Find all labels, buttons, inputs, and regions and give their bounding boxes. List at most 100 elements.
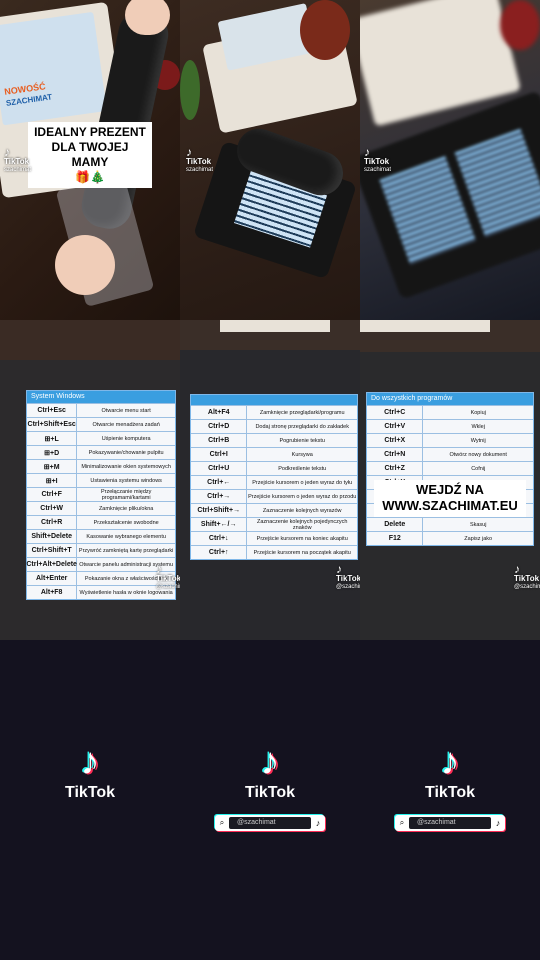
tiktok-logo-icon: ♪ (260, 741, 280, 783)
table-header-bar (191, 395, 357, 405)
shortcut-row: Ctrl+V Wklej (367, 419, 533, 433)
shortcut-row: Ctrl+Esc Otwarcie menu start (27, 403, 175, 417)
search-icon: ⌕ (219, 818, 225, 827)
search-handle: @szachimat (229, 817, 311, 829)
shortcut-key: Ctrl+V (367, 420, 424, 433)
shortcut-row: Ctrl+D Dodaj stronę przeglądarki do zakła… (191, 419, 357, 433)
shortcut-key: ⊞+D (27, 446, 78, 459)
shortcut-key: Ctrl+Z (367, 462, 424, 475)
tiktok-brand-text: TikTok (156, 574, 180, 583)
tiktok-logo: ♪ TikTok (225, 742, 315, 802)
shortcut-key: Ctrl+→ (191, 490, 248, 503)
shortcut-key: Alt+F4 (191, 406, 248, 419)
shortcut-key: Ctrl+N (367, 448, 424, 461)
shortcut-description: Przejście kursorem o jeden wyraz do tyłu (252, 479, 353, 486)
desk-edge (0, 320, 180, 360)
shortcut-key: Delete (367, 518, 424, 531)
tiktok-end-cards: ♪ TikTok ♪ TikTok ⌕ @szachimat ♪ ♪ TikTo… (0, 640, 540, 960)
tiktok-watermark: ♪ TikTok @szachimat (156, 563, 180, 590)
shortcut-description: Kursywa (291, 451, 313, 458)
shortcut-row: Ctrl+Z Cofnij (367, 461, 533, 475)
shortcut-key: Ctrl+← (191, 476, 248, 489)
shortcut-key: ⊞+L (27, 432, 78, 445)
shortcut-description: Zaznaczenie kolejnych wyrazów (262, 507, 342, 514)
caption-emoji: 🎁🎄 (75, 170, 105, 184)
tiktok-logo-text: TikTok (424, 784, 476, 801)
shortcut-description: Przejście kursorem na początek akapitu (253, 549, 351, 556)
shortcut-row: Ctrl+↓ Przejście kursorem na koniec akapi… (191, 531, 357, 545)
tiktok-watermark: ♪ TikTok szachimat (364, 146, 391, 173)
shortcut-row: Ctrl+Alt+Delete Otwarcie panelu administr… (26, 557, 175, 571)
table-title: Do wszystkich programów (367, 393, 533, 405)
shortcut-description: Kopiuj (470, 409, 486, 416)
tiktok-handle: szachimat (364, 166, 392, 173)
shortcut-key: Ctrl+I (191, 448, 248, 461)
shortcut-row: Alt+Enter Pokazanie okna z właściwościami (27, 571, 175, 585)
tiktok-logo-icon: ♪ (80, 741, 100, 783)
shortcut-description: Zapisz jako (464, 535, 493, 542)
shortcut-key: Ctrl+B (191, 434, 248, 447)
frame-gift-wrapping: NOWOŚĆ SZACHIMAT IDEALNY PREZENT DLA TWO… (0, 0, 180, 320)
shortcut-row: Ctrl+← Przejście kursorem o jeden wyraz d… (191, 475, 357, 489)
website-overlay: WEJDŹ NA WWW.SZACHIMAT.EU (374, 480, 526, 517)
shortcut-description: Wytnij (470, 437, 486, 444)
tiktok-watermark: ♪ TikTok szachimat (4, 146, 31, 173)
shortcut-description: Skasuj (469, 521, 487, 528)
laptop-edge (220, 320, 330, 332)
shortcut-row: Ctrl+N Otwórz nowy dokument (367, 447, 533, 461)
shortcut-table-editing: Alt+F4 Zamknięcie przeglądarki/programu Ct… (190, 394, 358, 560)
shortcut-row: Shift+Delete Kasowanie wybranego elementu (27, 529, 175, 543)
shortcut-key: Ctrl+Shift+→ (191, 504, 248, 517)
tiktok-logo: ♪ TikTok (405, 742, 495, 802)
shortcut-row: Ctrl+→ Przejście kursorem o jeden wyraz d… (191, 489, 357, 503)
shortcut-key: Ctrl+W (27, 502, 78, 515)
gingerbread-decoration (300, 0, 350, 60)
laptop-edge (360, 320, 490, 332)
tiktok-handle: szachimat (186, 166, 214, 173)
shortcut-row: Ctrl+X Wytnij (367, 433, 533, 447)
shortcut-key: Ctrl+C (367, 406, 424, 419)
shortcut-row: Ctrl+F Przełączanie między programami/kar… (27, 487, 175, 501)
shortcut-row: Ctrl+W Zamknięcie pliku/okna (27, 501, 175, 515)
shortcut-description: Otwarcie menadżera zadań (92, 421, 160, 428)
shortcut-row: F12 Zapisz jako (367, 531, 533, 545)
shortcut-description: Zamknięcie przeglądarki/programu (259, 409, 345, 416)
shortcut-description: Cofnij (471, 465, 486, 472)
shortcut-key: F12 (367, 532, 424, 545)
search-icon: ⌕ (399, 818, 405, 827)
tiktok-icon: ♪ (495, 818, 501, 828)
shortcut-key: Ctrl+↑ (191, 546, 248, 559)
shortcut-key: Alt+Enter (27, 572, 78, 585)
tiktok-profile-search[interactable]: ⌕ @szachimat ♪ (215, 815, 325, 831)
shortcut-row: ⊞+D Pokazywanie/chowanie pulpitu (27, 445, 175, 459)
shortcut-row: Ctrl+R Przekształcenie swobodne (27, 515, 175, 529)
tiktok-logo: ♪ TikTok (45, 742, 135, 802)
shortcut-row: ⊞+I Ustawienia systemu windows (27, 473, 175, 487)
frame-windows-shortcuts: System Windows Ctrl+Esc Otwarcie menu sta… (0, 320, 180, 640)
shortcut-description: Pogrubienie tekstu (279, 437, 325, 444)
shortcut-key: Ctrl+↓ (191, 532, 248, 545)
shortcut-row: Ctrl+B Pogrubienie tekstu (191, 433, 357, 447)
shortcut-row: Ctrl+I Kursywa (191, 447, 357, 461)
shortcut-key: Ctrl+R (27, 516, 78, 529)
caption-line-2: DLA TWOJEJ MAMY (51, 140, 129, 169)
tiktok-logo-text: TikTok (244, 784, 296, 801)
search-handle: @szachimat (409, 817, 491, 829)
shortcut-row: Delete Skasuj (367, 517, 533, 531)
hand (55, 235, 115, 295)
shortcut-description: Przejście kursorem na koniec akapitu (256, 535, 348, 542)
christmas-tree (180, 60, 200, 120)
shortcut-description: Zamknięcie pliku/okna (98, 505, 154, 512)
tiktok-handle: @szachimat (336, 583, 360, 590)
caption-line-1: IDEALNY PREZENT (34, 125, 146, 139)
shortcut-key: Ctrl+U (191, 462, 248, 475)
shortcut-key: Shift+Delete (27, 530, 78, 543)
shortcut-description: Otwarcie menu start (101, 407, 151, 414)
shortcut-description: Przywróć zamkniętą kartę przeglądarki (78, 547, 174, 554)
shortcut-row: Ctrl+Shift+Esc Otwarcie menadżera zadań (27, 417, 175, 431)
tiktok-handle: @szachimat (514, 583, 540, 590)
shortcut-description: Kasowanie wybranego elementu (86, 533, 166, 540)
tiktok-brand-text: TikTok (4, 157, 30, 166)
tiktok-brand-text: TikTok (186, 157, 212, 166)
tiktok-profile-search[interactable]: ⌕ @szachimat ♪ (395, 815, 505, 831)
